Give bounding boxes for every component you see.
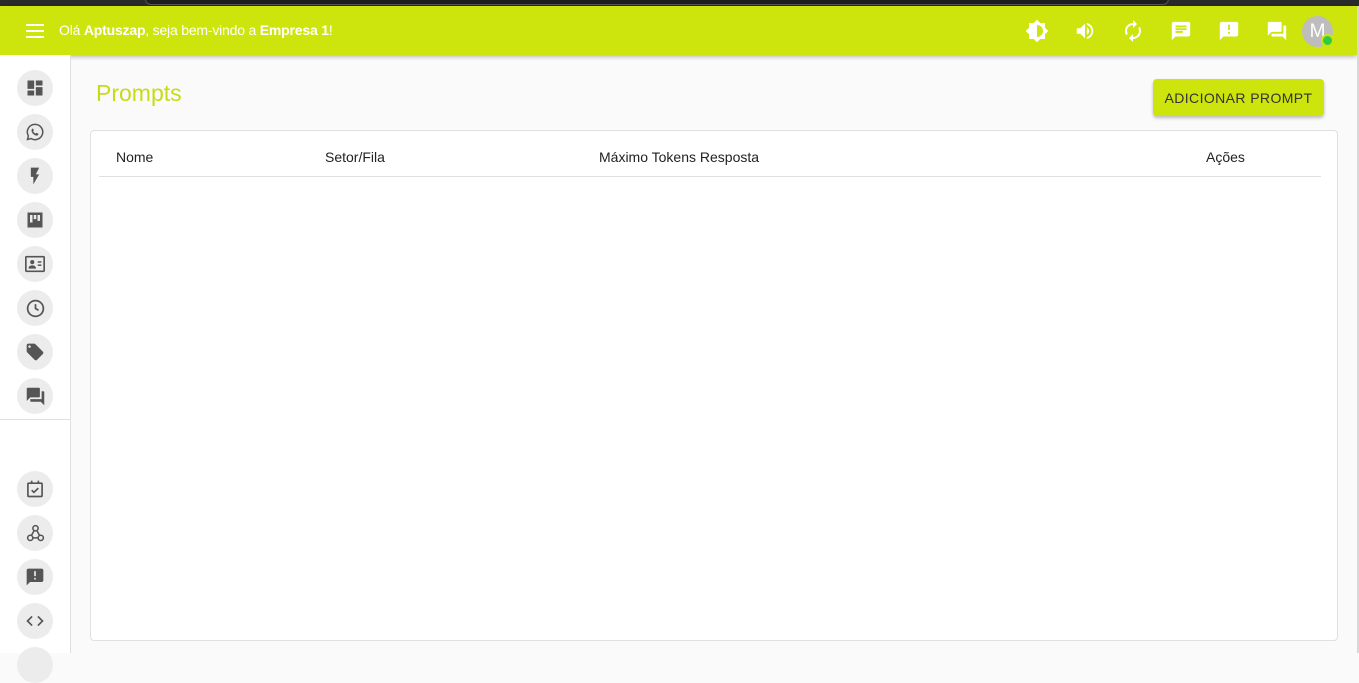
forum-icon: [1267, 21, 1287, 41]
brightness-icon: [1025, 19, 1049, 43]
menu-button[interactable]: [22, 18, 48, 44]
add-prompt-button[interactable]: ADICIONAR PROMPT: [1153, 79, 1324, 116]
webhook-icon: [26, 524, 44, 541]
sidebar-item-schedules[interactable]: [17, 290, 53, 326]
sidebar-item-integrations[interactable]: [17, 515, 53, 551]
online-status-dot: [1321, 34, 1334, 47]
prompts-table-container: Nome Setor/Fila Máximo Tokens Resposta A…: [90, 130, 1338, 641]
sidebar-item-announcements[interactable]: [17, 559, 53, 595]
page-title: Prompts: [96, 80, 182, 106]
refresh-icon: [1125, 20, 1141, 42]
code-icon: [26, 615, 44, 627]
sidebar-item-more[interactable]: [17, 647, 53, 683]
app-bar: Olá Aptuszap, seja bem-vindo a Empresa 1…: [0, 6, 1357, 55]
sidebar-item-tags[interactable]: [17, 334, 53, 370]
messages-button[interactable]: [1167, 17, 1195, 45]
sidebar-item-quick-replies[interactable]: [17, 158, 53, 194]
volume-button[interactable]: [1071, 17, 1099, 45]
theme-toggle-button[interactable]: [1023, 17, 1051, 45]
column-header-actions: Ações: [1206, 149, 1245, 165]
volume-icon: [1076, 22, 1094, 40]
chat-icon: [1171, 21, 1191, 41]
forum-icon: [26, 387, 44, 405]
announcement-icon: [26, 568, 44, 586]
greeting-text: Olá Aptuszap, seja bem-vindo a Empresa 1…: [59, 22, 333, 38]
company-name: Empresa 1: [259, 22, 329, 38]
announcement-icon: [1219, 21, 1239, 41]
flash-icon: [30, 167, 40, 185]
column-header-sector: Setor/Fila: [325, 149, 385, 165]
menu-icon: [26, 24, 44, 38]
avatar[interactable]: M: [1302, 16, 1334, 47]
internal-chat-button[interactable]: [1263, 17, 1291, 45]
sidebar-item-contacts[interactable]: [17, 246, 53, 282]
sidebar-item-dashboard[interactable]: [17, 70, 53, 106]
announcements-button[interactable]: [1215, 17, 1243, 45]
kanban-icon: [27, 212, 43, 228]
clock-icon: [26, 299, 44, 317]
whatsapp-icon: [26, 123, 44, 141]
sidebar-item-connections[interactable]: [17, 114, 53, 150]
window-tab-outline: [145, 0, 1169, 5]
sidebar-item-internal-chat[interactable]: [17, 378, 53, 414]
sidebar-item-api[interactable]: [17, 603, 53, 639]
task-icon: [27, 480, 43, 498]
user-name: Aptuszap: [83, 22, 146, 38]
sidebar-item-kanban[interactable]: [17, 202, 53, 238]
contacts-icon: [25, 255, 45, 273]
sidebar-divider: [0, 419, 70, 420]
table-header: Nome Setor/Fila Máximo Tokens Resposta A…: [99, 131, 1321, 177]
refresh-button[interactable]: [1119, 17, 1147, 45]
tag-icon: [26, 343, 44, 361]
column-header-name: Nome: [116, 149, 154, 165]
dashboard-icon: [27, 80, 43, 96]
column-header-max-tokens: Máximo Tokens Resposta: [599, 149, 760, 165]
sidebar-item-tasks[interactable]: [17, 471, 53, 507]
sidebar: [0, 55, 71, 683]
